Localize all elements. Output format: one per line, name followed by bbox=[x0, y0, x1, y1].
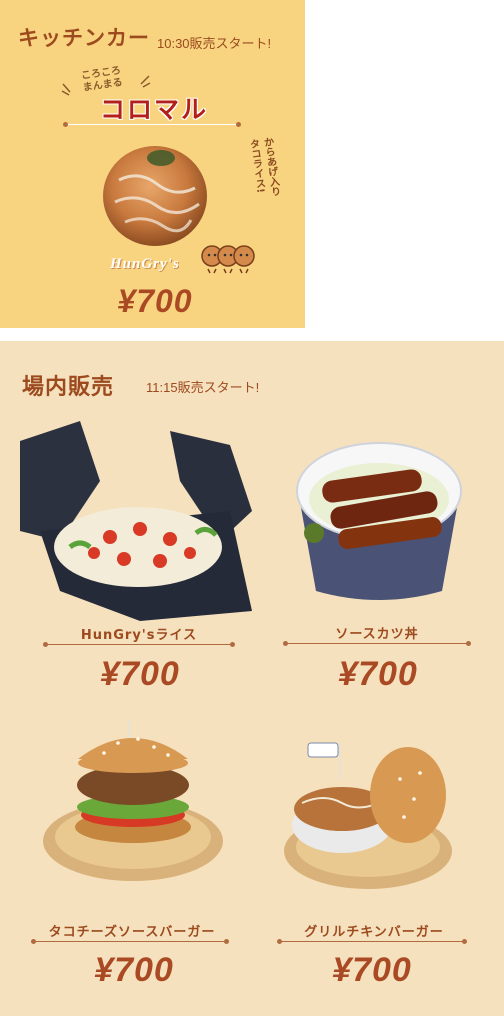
hungrys-rice-image bbox=[20, 421, 252, 621]
item-divider bbox=[43, 642, 235, 647]
item-price-hungrys-rice: ¥700 bbox=[100, 655, 180, 693]
item-price-taco-cheese-burger: ¥700 bbox=[94, 951, 174, 989]
kitchen-car-start-time: 10:30販売スタート! bbox=[157, 36, 272, 51]
item-name-taco-cheese-burger: タコチーズソースバーガー bbox=[48, 925, 216, 940]
item-price-sauce-katsu-don: ¥700 bbox=[338, 655, 418, 693]
venue-sales-panel: 場内販売 11:15販売スタート! HunGry'sライス ¥700 ソースカツ… bbox=[0, 341, 504, 1016]
product-note: からあげ入り タコライス! bbox=[247, 136, 281, 198]
tagline-sparkle-icon bbox=[61, 83, 71, 96]
venue-sales-title: 場内販売 bbox=[22, 375, 115, 400]
koromaru-ball-image bbox=[103, 146, 207, 246]
mascot-characters-image bbox=[201, 245, 255, 274]
item-divider bbox=[277, 939, 467, 944]
sauce-katsu-don-image bbox=[296, 442, 462, 600]
taco-cheese-burger-image bbox=[43, 719, 223, 881]
item-name-sauce-katsu-don: ソースカツ丼 bbox=[335, 627, 419, 642]
item-price-grilled-chicken-burger: ¥700 bbox=[332, 951, 412, 989]
item-divider bbox=[31, 939, 229, 944]
grilled-chicken-burger-image bbox=[284, 742, 452, 889]
kitchen-car-title: キッチンカー bbox=[18, 26, 150, 50]
tagline-sparkle-icon bbox=[140, 75, 151, 88]
hungrys-logo: HunGry's bbox=[110, 256, 180, 272]
item-name-grilled-chicken-burger: グリルチキンバーガー bbox=[304, 925, 444, 940]
kitchen-car-panel: キッチンカー 10:30販売スタート! ころころ まんまる コロマル からあげ入… bbox=[0, 0, 305, 328]
venue-sales-start-time: 11:15販売スタート! bbox=[146, 380, 260, 395]
kitchen-car-price: ¥700 bbox=[117, 283, 193, 319]
item-name-hungrys-rice: HunGry'sライス bbox=[80, 628, 198, 643]
item-divider bbox=[283, 641, 471, 646]
product-name: コロマル bbox=[99, 95, 208, 124]
product-name-divider bbox=[63, 122, 241, 127]
